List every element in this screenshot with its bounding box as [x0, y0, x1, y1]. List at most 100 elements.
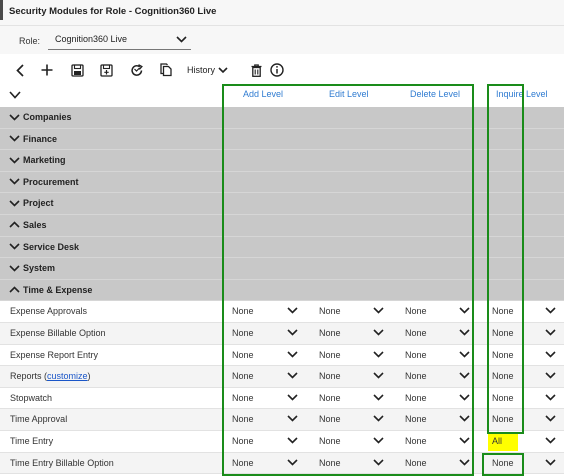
- delete-button[interactable]: [249, 62, 263, 78]
- delete-level-select[interactable]: None: [405, 433, 471, 450]
- group-row[interactable]: Service Desk: [0, 236, 564, 259]
- delete-level-select[interactable]: None: [405, 325, 471, 342]
- group-row[interactable]: Time & Expense: [0, 279, 564, 302]
- inquire-level-select[interactable]: All: [488, 431, 557, 451]
- role-dropdown[interactable]: Cognition360 Live: [48, 30, 191, 50]
- inquire-level-select[interactable]: None: [492, 303, 557, 320]
- group-row[interactable]: Marketing: [0, 150, 564, 172]
- group-name: Companies: [23, 112, 72, 122]
- chevron-down-icon: [287, 307, 298, 314]
- chevron-down-icon: [459, 372, 470, 379]
- delete-level-select[interactable]: None: [405, 390, 471, 407]
- chevron-down-icon: [545, 458, 556, 466]
- add-level-select[interactable]: None: [232, 455, 299, 472]
- edit-level-select[interactable]: None: [319, 325, 385, 342]
- column-header-add[interactable]: Add Level: [243, 89, 283, 99]
- group-label: System: [9, 263, 55, 273]
- group-row[interactable]: Companies: [0, 107, 564, 129]
- column-header-edit[interactable]: Edit Level: [329, 89, 369, 99]
- edit-level-value: None: [319, 371, 341, 382]
- refresh-button[interactable]: [129, 62, 144, 78]
- role-label: Role:: [19, 36, 41, 46]
- delete-level-select[interactable]: None: [405, 411, 471, 428]
- group-name: Procurement: [23, 176, 79, 187]
- delete-level-value: None: [405, 392, 427, 403]
- chevron-down-icon: [459, 415, 470, 422]
- role-value: Cognition360 Live: [55, 34, 128, 44]
- delete-level-select[interactable]: None: [405, 368, 471, 385]
- add-level-select[interactable]: None: [232, 411, 299, 428]
- chevron-up-icon: [9, 221, 20, 229]
- add-level-select[interactable]: None: [232, 433, 299, 450]
- chevron-down-icon: [9, 178, 20, 185]
- module-row: Time Entry None None None All: [0, 431, 564, 453]
- module-name: Time Entry Billable Option: [10, 457, 114, 468]
- copy-button[interactable]: [159, 62, 173, 78]
- collapse-all-icon[interactable]: [9, 91, 21, 99]
- group-label: Sales: [9, 220, 47, 230]
- add-level-select[interactable]: None: [232, 347, 299, 364]
- add-level-select[interactable]: None: [232, 390, 299, 407]
- info-button[interactable]: [269, 62, 284, 78]
- customize-link[interactable]: customize: [47, 371, 88, 381]
- inquire-level-select[interactable]: None: [492, 347, 557, 364]
- group-row[interactable]: Sales: [0, 214, 564, 237]
- module-row: Reports (customize) None None None None: [0, 366, 564, 388]
- delete-level-select[interactable]: None: [405, 347, 471, 364]
- edit-level-select[interactable]: None: [319, 433, 385, 450]
- chevron-down-icon: [218, 66, 228, 73]
- inquire-level-select[interactable]: None: [492, 368, 557, 385]
- save-button[interactable]: [70, 62, 84, 78]
- chevron-down-icon: [545, 437, 556, 444]
- inquire-level-select[interactable]: None: [492, 325, 557, 342]
- module-label: Stopwatch: [10, 393, 52, 403]
- delete-level-select[interactable]: None: [405, 303, 471, 320]
- chevron-down-icon: [459, 437, 470, 444]
- chevron-down-icon: [9, 265, 20, 272]
- add-button[interactable]: [40, 62, 54, 78]
- column-header-delete[interactable]: Delete Level: [410, 89, 460, 99]
- chevron-down-icon: [287, 329, 298, 336]
- add-level-select[interactable]: None: [232, 325, 299, 342]
- refresh-icon: [130, 63, 143, 76]
- edit-level-select[interactable]: None: [319, 347, 385, 364]
- add-level-select[interactable]: None: [232, 303, 299, 320]
- edit-level-select[interactable]: None: [319, 455, 385, 472]
- page-title: Security Modules for Role - Cognition360…: [9, 6, 217, 17]
- edit-level-select[interactable]: None: [319, 411, 385, 428]
- chevron-down-icon: [545, 350, 556, 358]
- save-as-button[interactable]: [99, 62, 113, 78]
- edit-level-value: None: [319, 349, 341, 360]
- inquire-level-value: None: [492, 414, 514, 425]
- chevron-down-icon: [545, 372, 556, 379]
- inquire-level-select[interactable]: None: [492, 455, 557, 472]
- edit-level-select[interactable]: None: [319, 303, 385, 320]
- add-level-value: None: [232, 457, 254, 468]
- module-name: Stopwatch: [10, 392, 53, 403]
- inquire-level-select[interactable]: None: [492, 390, 557, 407]
- module-row: Expense Billable Option None None None None: [0, 322, 564, 345]
- info-icon: [269, 63, 284, 77]
- chevron-down-icon: [9, 157, 20, 164]
- back-button[interactable]: [14, 62, 26, 78]
- module-name: Reports (: [10, 371, 48, 382]
- edit-level-select[interactable]: None: [319, 390, 385, 407]
- column-header-inquire[interactable]: Inquire Level: [496, 89, 548, 99]
- group-row[interactable]: Procurement: [0, 171, 564, 194]
- group-name: System: [23, 263, 56, 274]
- group-label: Procurement: [9, 177, 79, 187]
- add-level-select[interactable]: None: [232, 368, 299, 385]
- group-row[interactable]: Project: [0, 193, 564, 215]
- group-row[interactable]: System: [0, 258, 564, 280]
- group-row[interactable]: Finance: [0, 128, 564, 151]
- inquire-level-value: None: [492, 371, 514, 382]
- group-label: Project: [9, 198, 54, 208]
- chevron-down-icon: [373, 350, 384, 358]
- history-dropdown[interactable]: History: [187, 63, 228, 77]
- inquire-level-select[interactable]: None: [492, 411, 557, 428]
- chevron-down-icon: [9, 200, 20, 207]
- edit-level-select[interactable]: None: [319, 368, 385, 385]
- chevron-down-icon: [373, 458, 384, 466]
- delete-level-select[interactable]: None: [405, 455, 471, 472]
- module-label: Time Entry Billable Option: [10, 458, 114, 468]
